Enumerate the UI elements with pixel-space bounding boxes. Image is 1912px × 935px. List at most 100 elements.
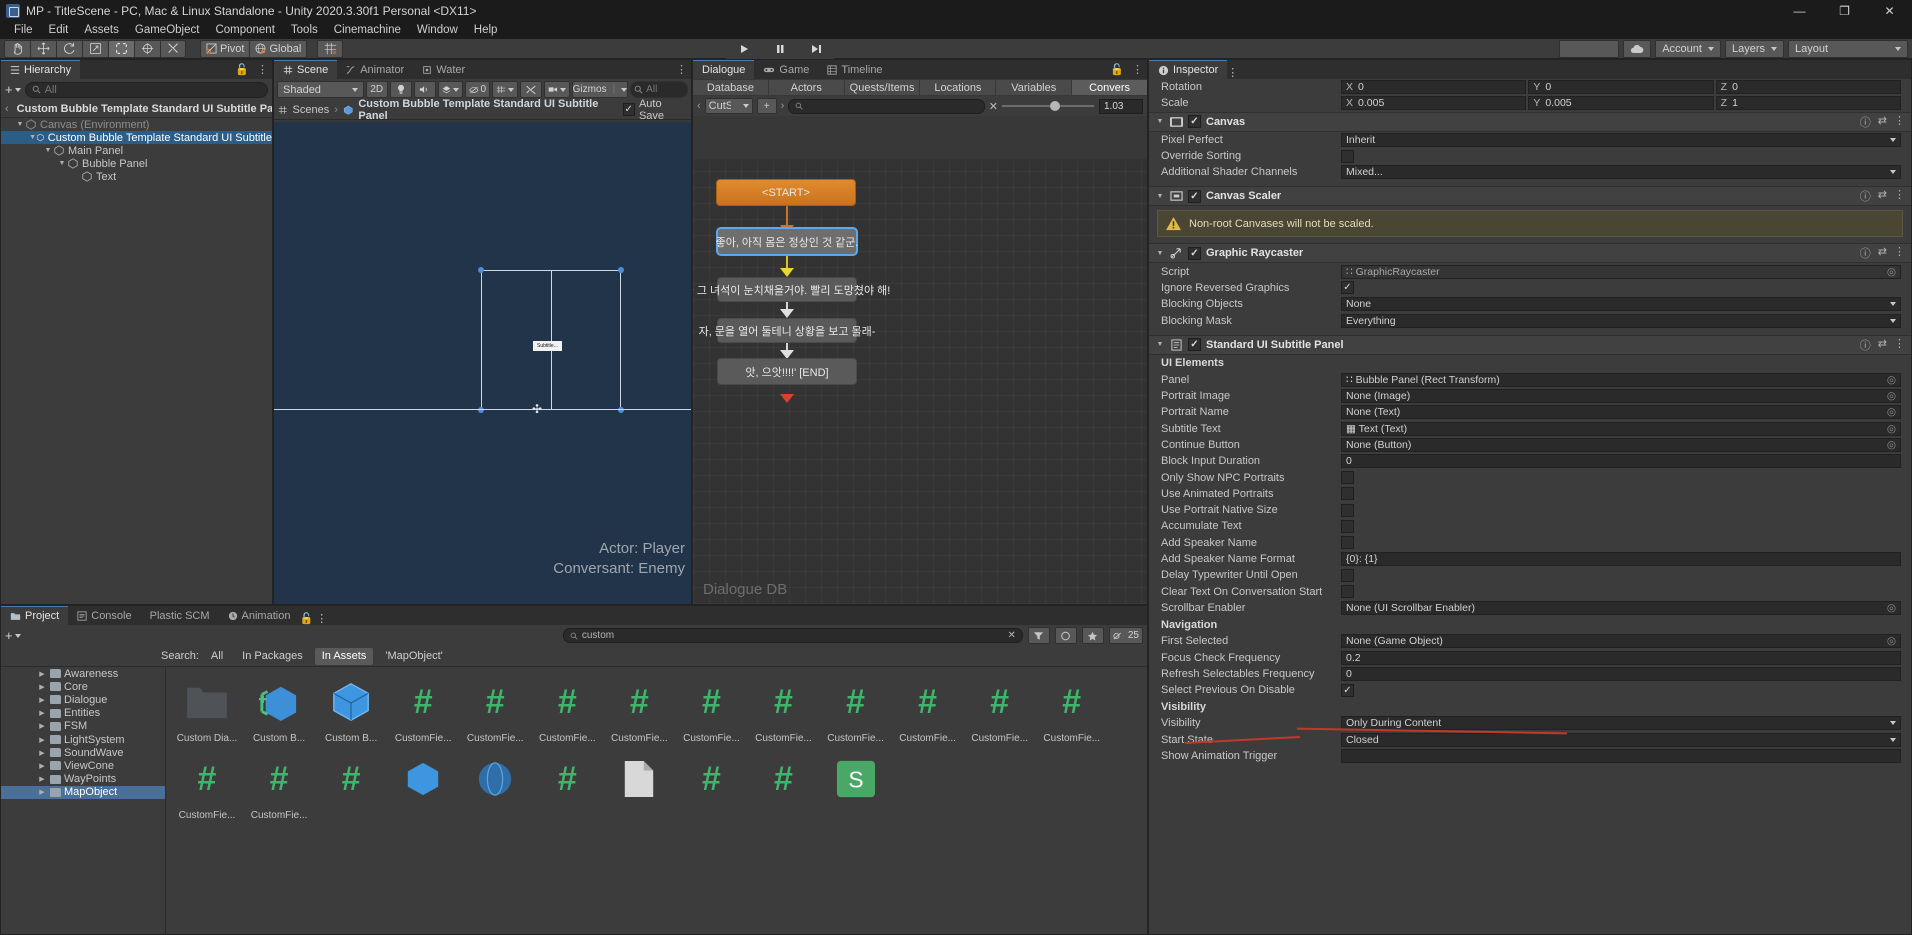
help-icon[interactable]: ⓘ bbox=[1860, 114, 1871, 130]
gizmos-dropdown[interactable]: Gizmos | bbox=[571, 81, 629, 98]
expand-triangle-icon[interactable]: ▼ bbox=[1155, 341, 1165, 348]
canvas-enabled-checkbox[interactable]: ✓ bbox=[1188, 115, 1201, 129]
scale-x-field[interactable]: X 0.005 bbox=[1341, 96, 1527, 111]
conversation-forward-arrow[interactable]: › bbox=[781, 100, 785, 112]
tab-game[interactable]: Game bbox=[754, 60, 819, 79]
rotation-y-field[interactable]: Y0 bbox=[1528, 80, 1714, 95]
help-icon[interactable]: ⓘ bbox=[1860, 245, 1871, 261]
override-sorting-checkbox[interactable] bbox=[1341, 149, 1354, 163]
object-picker-icon[interactable]: ◎ bbox=[1887, 602, 1896, 614]
conversation-dropdown[interactable]: CutSc bbox=[704, 98, 753, 114]
portrait-name-object-field[interactable]: None (Text) ◎ bbox=[1341, 405, 1901, 420]
menu-gameobject[interactable]: GameObject bbox=[127, 22, 208, 39]
transform-tool-button[interactable] bbox=[134, 39, 160, 58]
project-search-input[interactable]: custom ✕ bbox=[562, 628, 1023, 643]
subtab-variables[interactable]: Variables bbox=[996, 80, 1072, 95]
rect-handle-bl[interactable] bbox=[478, 407, 484, 413]
tab-animation[interactable]: Animation bbox=[218, 606, 300, 625]
clear-text-on-conversation-start-checkbox[interactable] bbox=[1341, 585, 1354, 599]
expand-triangle-icon[interactable]: ▼ bbox=[43, 147, 53, 154]
lock-icon[interactable]: 🔓 bbox=[1110, 63, 1124, 76]
start-state-dropdown[interactable]: Closed bbox=[1341, 732, 1901, 747]
close-button[interactable]: ✕ bbox=[1867, 0, 1912, 22]
accumulate-text-checkbox[interactable] bbox=[1341, 519, 1354, 533]
hierarchy-row-canvas[interactable]: ▼ Canvas (Environment) bbox=[1, 118, 272, 131]
asset-item[interactable]: # bbox=[679, 750, 743, 808]
scale-z-field[interactable]: Z1 bbox=[1715, 96, 1901, 111]
asset-item[interactable]: # CustomFie... bbox=[968, 673, 1032, 744]
dialogue-node-3[interactable]: 자, 문을 열어 둘테니 상황을 보고 몰래- bbox=[699, 318, 875, 343]
more-menu-icon[interactable]: ⋮ bbox=[1894, 188, 1905, 204]
component-header-canvas-scaler[interactable]: ▼ ✓ Canvas Scaler ⓘ ⇄ ⋮ bbox=[1149, 186, 1911, 207]
preset-icon[interactable]: ⇄ bbox=[1878, 245, 1887, 261]
tab-dialogue[interactable]: Dialogue bbox=[693, 60, 755, 79]
autosave-toggle[interactable]: ✓ Auto Save bbox=[622, 98, 687, 122]
delay-typewriter-checkbox[interactable] bbox=[1341, 568, 1354, 582]
subtab-quests-items[interactable]: Quests/Items bbox=[844, 80, 920, 95]
project-folder-waypoints[interactable]: ▶ WayPoints bbox=[1, 773, 165, 786]
dialogue-node-4[interactable]: 앗, 으앗!!!!' [END] bbox=[717, 358, 857, 385]
project-asset-grid[interactable]: Custom Dia... Custom B... Custom B... # C… bbox=[167, 667, 1147, 934]
subtab-actors[interactable]: Actors bbox=[768, 80, 844, 95]
menu-assets[interactable]: Assets bbox=[76, 22, 127, 39]
select-previous-on-disable-checkbox[interactable]: ✓ bbox=[1341, 683, 1354, 697]
object-picker-icon[interactable]: ◎ bbox=[1887, 374, 1896, 386]
preset-icon[interactable]: ⇄ bbox=[1878, 188, 1887, 204]
menu-component[interactable]: Component bbox=[207, 22, 282, 39]
menu-cinemachine[interactable]: Cinemachine bbox=[326, 22, 409, 39]
expand-triangle-icon[interactable]: ▶ bbox=[37, 736, 47, 744]
tab-animator[interactable]: Animator bbox=[337, 60, 414, 79]
scale-y-field[interactable]: Y 0.005 bbox=[1528, 96, 1714, 111]
rect-handle-tr[interactable] bbox=[618, 267, 624, 273]
more-menu-icon[interactable]: ⋮ bbox=[1894, 114, 1905, 130]
layers-dropdown[interactable]: Layers bbox=[1724, 40, 1784, 58]
rotation-x-field[interactable]: X0 bbox=[1341, 80, 1527, 95]
more-menu-icon[interactable]: ⋮ bbox=[676, 63, 687, 76]
subtab-locations[interactable]: Locations bbox=[920, 80, 996, 95]
conversation-back-arrow[interactable]: ‹ bbox=[697, 100, 701, 112]
dialogue-node-2[interactable]: 곷 그 녀석이 눈치채을거야. 빨리 도망쳤야 해! bbox=[693, 277, 890, 302]
filter-mapobject[interactable]: 'MapObject' bbox=[378, 648, 449, 665]
asset-item[interactable] bbox=[463, 750, 527, 808]
asset-item[interactable]: # CustomFie... bbox=[752, 673, 816, 744]
menu-tools[interactable]: Tools bbox=[283, 22, 326, 39]
asset-item[interactable]: # CustomFie... bbox=[607, 673, 671, 744]
hierarchy-row-text[interactable]: Text bbox=[1, 170, 272, 183]
help-icon[interactable]: ⓘ bbox=[1860, 337, 1871, 353]
shading-mode-dropdown[interactable]: Shaded bbox=[277, 81, 364, 98]
expand-triangle-icon[interactable]: ▼ bbox=[15, 121, 25, 128]
component-header-canvas[interactable]: ▼ ✓ Canvas ⓘ ⇄ ⋮ bbox=[1149, 111, 1911, 132]
preset-icon[interactable]: ⇄ bbox=[1878, 337, 1887, 353]
hierarchy-row-subtitle-panel[interactable]: ▼ Custom Bubble Template Standard UI Sub… bbox=[1, 131, 272, 144]
menu-window[interactable]: Window bbox=[409, 22, 466, 39]
asset-item[interactable]: # CustomFie... bbox=[391, 673, 455, 744]
object-picker-icon[interactable]: ◎ bbox=[1887, 406, 1896, 418]
expand-triangle-icon[interactable]: ▶ bbox=[37, 670, 47, 678]
subtitle-panel-enabled-checkbox[interactable]: ✓ bbox=[1188, 338, 1201, 352]
tab-timeline[interactable]: Timeline bbox=[818, 60, 892, 79]
pivot-gizmo-icon[interactable]: ✣ bbox=[532, 402, 542, 416]
rect-tool-button[interactable] bbox=[108, 39, 134, 58]
blocking-objects-dropdown[interactable]: None bbox=[1341, 297, 1901, 312]
asset-item[interactable] bbox=[391, 750, 455, 808]
account-dropdown[interactable]: Account bbox=[1655, 40, 1721, 58]
asset-item[interactable]: # CustomFie... bbox=[247, 750, 311, 821]
project-folder-lightsystem[interactable]: ▶ LightSystem bbox=[1, 733, 165, 746]
lighting-toggle-button[interactable] bbox=[389, 81, 412, 98]
grid-snap-button[interactable] bbox=[492, 81, 518, 98]
zoom-slider-knob[interactable] bbox=[1049, 101, 1060, 111]
focus-check-frequency-field[interactable]: 0.2 bbox=[1341, 650, 1901, 665]
project-folder-mapobject[interactable]: ▶ MapObject bbox=[1, 785, 165, 799]
use-animated-portraits-checkbox[interactable] bbox=[1341, 487, 1354, 501]
component-header-graphic-raycaster[interactable]: ▼ ✓ Graphic Raycaster ⓘ ⇄ ⋮ bbox=[1149, 243, 1911, 264]
dialogue-node-graph[interactable]: <START> 좋아, 아직 몸은 정상인 것 같군. 곷 그 녀석이 눈치채을… bbox=[693, 159, 1147, 604]
dialogue-search-input[interactable] bbox=[788, 98, 985, 114]
more-menu-icon[interactable]: ⋮ bbox=[1894, 245, 1905, 261]
hand-tool-button[interactable] bbox=[4, 39, 30, 58]
favorites-button[interactable] bbox=[1081, 627, 1104, 644]
2d-toggle-button[interactable]: 2D bbox=[365, 81, 388, 98]
expand-triangle-icon[interactable]: ▼ bbox=[1155, 118, 1165, 125]
dialogue-node-1[interactable]: 좋아, 아직 몸은 정상인 것 같군. bbox=[716, 228, 858, 255]
project-folder-core[interactable]: ▶ Core bbox=[1, 680, 165, 693]
tab-hierarchy[interactable]: Hierarchy bbox=[1, 60, 81, 79]
